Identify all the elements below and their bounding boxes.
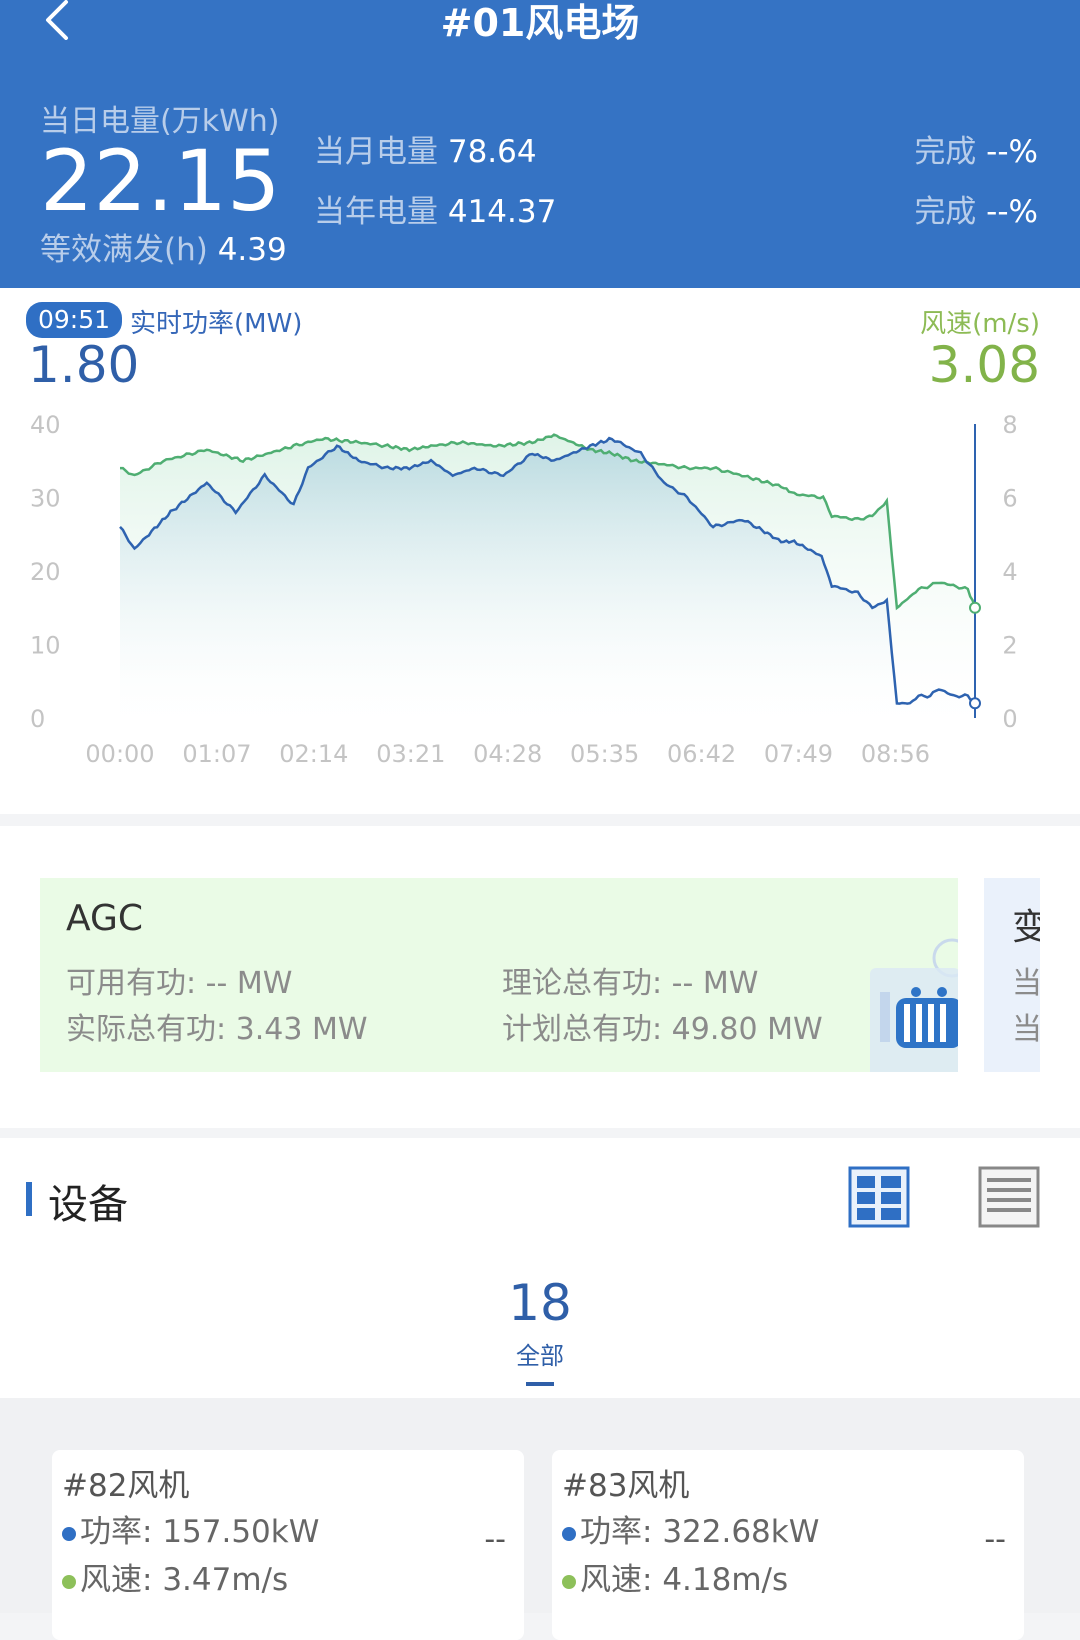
- y-right-tick: 0: [1002, 705, 1017, 733]
- agc-actual-value: 3.43 MW: [235, 1012, 368, 1047]
- year-energy-row: 当年电量 414.37: [314, 186, 556, 231]
- turbine-name: #83风机: [562, 1468, 690, 1504]
- time-badge: 09:51: [26, 302, 123, 338]
- turbine-power-value: 157.50kW: [162, 1514, 320, 1550]
- y-right-tick: 8: [1002, 411, 1017, 439]
- realtime-power-label: 实时功率(MW): [130, 309, 303, 339]
- agc-actual-label: 实际总有功:: [66, 1012, 227, 1047]
- turbine-wind-value: 3.47m/s: [162, 1562, 289, 1598]
- realtime-power-value: 1.80: [28, 336, 140, 394]
- power-wind-chart[interactable]: 0 10 20 30 40 0 2 4 6 8 00:00 01:07 02:14 03:21 04:28 0…: [0, 388, 1080, 788]
- completion-label: 完成: [914, 134, 977, 170]
- wind-speed-label: 风速(m/s): [920, 309, 1040, 339]
- turbine-power: 功率: 322.68kW: [562, 1506, 819, 1551]
- wind-dot-icon: [562, 1574, 576, 1589]
- y-left-tick: 20: [30, 558, 61, 586]
- substation-line-1: 当: [1012, 966, 1040, 1001]
- month-completion-row: 完成 --%: [914, 126, 1038, 171]
- turbine-power-label: 功率:: [580, 1514, 653, 1550]
- turbine-card[interactable]: #83风机 功率: 322.68kW 风速: 4.18m/s --: [552, 1450, 1024, 1640]
- y-left-tick: 30: [30, 485, 61, 513]
- turbine-wind: 风速: 4.18m/s: [562, 1554, 788, 1599]
- realtime-chart-card: 09:51 实时功率(MW) 1.80 风速(m/s) 3.08 0 10 20 30…: [0, 288, 1080, 814]
- year-energy-label: 当年电量: [314, 194, 438, 230]
- y-right-tick: 2: [1002, 632, 1017, 660]
- month-energy-row: 当月电量 78.64: [314, 126, 537, 171]
- tab-all-label[interactable]: 全部: [0, 1336, 1080, 1371]
- x-tick: 07:49: [764, 740, 833, 768]
- power-dot-icon: [62, 1526, 76, 1541]
- turbine-wind: 风速: 3.47m/s: [62, 1554, 288, 1599]
- turbine-wind-value: 4.18m/s: [662, 1562, 789, 1598]
- equiv-hours-label: 等效满发(h): [40, 232, 208, 268]
- list-view-icon[interactable]: [978, 1166, 1040, 1228]
- turbine-list: #82风机 功率: 157.50kW 风速: 3.47m/s -- #83风机 …: [0, 1398, 1080, 1640]
- power-cursor-point: [969, 697, 981, 710]
- grid-view-icon[interactable]: [848, 1166, 910, 1228]
- month-energy-value: 78.64: [447, 134, 537, 170]
- header: #01风电场 当日电量(万kWh) 22.15 等效满发(h) 4.39 当月电…: [0, 0, 1080, 288]
- x-tick: 05:35: [570, 740, 639, 768]
- x-tick: 03:21: [376, 740, 445, 768]
- agc-plan-power: 计划总有功: 49.80 MW: [502, 1004, 823, 1048]
- y-left-tick: 0: [30, 705, 45, 733]
- page-title: #01风电场: [440, 1, 640, 45]
- year-completion-row: 完成 --%: [914, 186, 1038, 231]
- y-right-tick: 4: [1002, 558, 1017, 586]
- turbine-name: #82风机: [62, 1468, 190, 1504]
- agc-theory-label: 理论总有功:: [502, 966, 663, 1001]
- y-left-tick: 40: [30, 411, 61, 439]
- agc-theory-value: -- MW: [671, 966, 759, 1001]
- turbine-wind-label: 风速:: [80, 1562, 153, 1598]
- y-left-tick: 10: [30, 632, 61, 660]
- substation-card[interactable]: 变 当 当: [984, 878, 1040, 1072]
- wind-cursor-point: [969, 601, 981, 614]
- wind-speed-value: 3.08: [928, 336, 1040, 394]
- x-tick: 06:42: [667, 740, 736, 768]
- agc-available-value: -- MW: [205, 966, 293, 1001]
- substation-title: 变: [1012, 907, 1040, 948]
- equiv-hours-row: 等效满发(h) 4.39: [40, 224, 287, 269]
- wind-dot-icon: [62, 1574, 76, 1589]
- agc-theory-power: 理论总有功: -- MW: [502, 958, 758, 1002]
- month-completion-value: --%: [986, 134, 1038, 170]
- day-energy-value: 22.15: [40, 132, 281, 230]
- tab-all-count[interactable]: 18: [0, 1274, 1080, 1332]
- agc-available-label: 可用有功:: [66, 966, 197, 1001]
- tab-active-indicator: [526, 1382, 554, 1386]
- power-dot-icon: [562, 1526, 576, 1541]
- x-tick: 01:07: [182, 740, 251, 768]
- equipment-section: 设备 18 全部: [0, 1138, 1080, 1398]
- month-energy-label: 当月电量: [314, 134, 438, 170]
- equipment-title: 设备: [48, 1182, 128, 1228]
- agc-plan-value: 49.80 MW: [671, 1012, 823, 1047]
- agc-title: AGC: [66, 898, 144, 939]
- agc-section: AGC 可用有功: -- MW 实际总有功: 3.43 MW 理论总有功: --…: [0, 826, 1080, 1128]
- equiv-hours-value: 4.39: [217, 232, 287, 268]
- completion-label: 完成: [914, 194, 977, 230]
- agc-actual-power: 实际总有功: 3.43 MW: [66, 1004, 368, 1048]
- x-tick: 04:28: [473, 740, 542, 768]
- year-completion-value: --%: [986, 194, 1038, 230]
- turbine-power-value: 322.68kW: [662, 1514, 820, 1550]
- year-energy-value: 414.37: [447, 194, 557, 230]
- substation-line-2: 当: [1012, 1012, 1040, 1047]
- transformer-icon: [870, 938, 958, 1072]
- x-tick: 00:00: [85, 740, 154, 768]
- x-tick: 08:56: [861, 740, 930, 768]
- agc-card[interactable]: AGC 可用有功: -- MW 实际总有功: 3.43 MW 理论总有功: --…: [40, 878, 958, 1072]
- turbine-card[interactable]: #82风机 功率: 157.50kW 风速: 3.47m/s --: [52, 1450, 524, 1640]
- turbine-status: --: [984, 1522, 1006, 1557]
- turbine-power-label: 功率:: [80, 1514, 153, 1550]
- x-tick: 02:14: [279, 740, 348, 768]
- turbine-wind-label: 风速:: [580, 1562, 653, 1598]
- turbine-status: --: [484, 1522, 506, 1557]
- turbine-power: 功率: 157.50kW: [62, 1506, 319, 1551]
- y-right-tick: 6: [1002, 485, 1017, 513]
- agc-available-power: 可用有功: -- MW: [66, 958, 292, 1002]
- section-marker: [26, 1182, 32, 1216]
- agc-plan-label: 计划总有功:: [502, 1012, 663, 1047]
